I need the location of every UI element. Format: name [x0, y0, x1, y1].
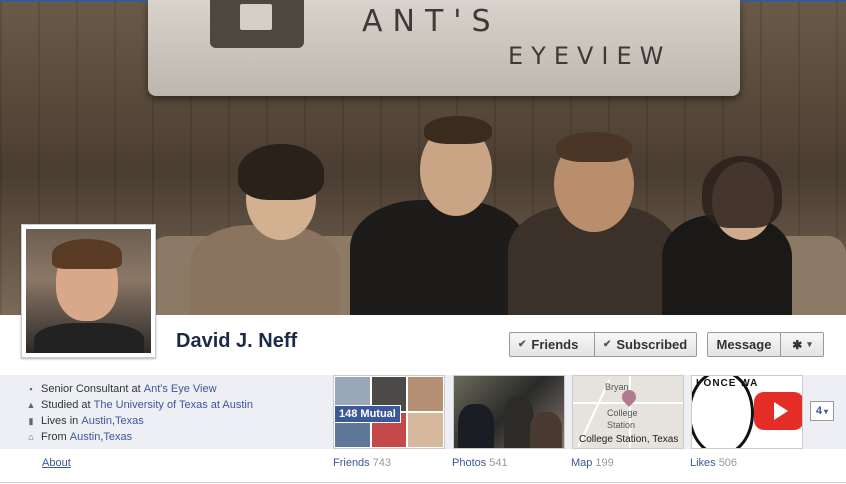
check-icon: ✔	[518, 339, 527, 350]
more-tiles-button[interactable]: 4 ▾	[810, 401, 834, 421]
lives-state-link[interactable]: Texas	[115, 415, 144, 427]
check-icon: ✔	[603, 339, 612, 350]
person-1-body	[190, 225, 340, 315]
likes-tile[interactable]: I ONCE WA	[691, 375, 803, 449]
subscribed-button-label: Subscribed	[616, 337, 688, 352]
friends-label: Friends	[333, 457, 370, 469]
map-count: 199	[595, 457, 614, 469]
subscribed-button[interactable]: ✔ Subscribed	[594, 332, 697, 357]
friends-count: 743	[372, 457, 392, 469]
work-link[interactable]: Ant's Eye View	[144, 383, 217, 395]
work-row: ▪ Senior Consultant at Ant's Eye View	[26, 381, 253, 397]
likes-badge-text: I ONCE WA	[696, 378, 759, 389]
map-label-station: Station	[607, 420, 636, 430]
chevron-down-icon: ▾	[824, 406, 829, 416]
sign-text-2: EYEVIEW	[508, 42, 672, 70]
map-thumbnail: Bryan College Station College Station, T…	[573, 376, 683, 448]
friends-button-label: Friends	[531, 337, 579, 352]
likes-label: Likes	[690, 457, 716, 469]
house-icon: ⌂	[28, 432, 34, 442]
likes-tile-label[interactable]: Likes 506	[690, 457, 737, 469]
profile-name[interactable]: David J. Neff	[176, 330, 297, 353]
photos-thumbnail	[454, 376, 564, 448]
more-tiles-count: 4	[815, 405, 823, 417]
mutual-friends-badge: 148 Mutual	[334, 405, 401, 423]
sign-text-1: ANT'S	[362, 4, 501, 39]
about-link[interactable]: About	[42, 457, 71, 469]
message-button-label: Message	[716, 337, 772, 352]
lives-city-link[interactable]: Austin	[81, 415, 112, 427]
gear-icon: ✱	[792, 337, 803, 352]
profile-picture[interactable]	[21, 224, 156, 358]
person-2-body	[350, 200, 528, 315]
friends-button[interactable]: ✔ Friends	[509, 332, 595, 357]
message-button[interactable]: Message	[707, 332, 781, 357]
photos-label: Photos	[452, 457, 487, 469]
lives-row: ▮ Lives in Austin, Texas	[26, 413, 253, 429]
profile-info: ▪ Senior Consultant at Ant's Eye View ▲ …	[26, 381, 253, 445]
company-sign: ANT'S EYEVIEW	[148, 0, 740, 96]
bottom-divider	[0, 482, 846, 483]
youtube-play-icon	[754, 392, 802, 430]
person-1-hair	[238, 144, 324, 200]
company-logo-icon	[210, 0, 304, 48]
map-caption: College Station, Texas	[579, 434, 679, 445]
photos-count: 541	[489, 457, 508, 469]
photos-tile-label[interactable]: Photos 541	[452, 457, 508, 469]
friends-tile[interactable]: 148 Mutual	[333, 375, 445, 449]
map-tile-label[interactable]: Map 199	[571, 457, 614, 469]
person-4-hair	[702, 156, 782, 228]
from-state-link[interactable]: Texas	[103, 431, 132, 443]
profile-shirt	[34, 323, 144, 353]
person-3-hair	[556, 132, 632, 162]
likes-count: 506	[718, 457, 738, 469]
likes-thumbnail: I ONCE WA	[692, 376, 802, 448]
from-prefix: From	[41, 431, 67, 443]
school-prefix: Studied at	[41, 399, 91, 411]
photos-tile[interactable]	[453, 375, 565, 449]
building-icon: ▮	[28, 415, 34, 426]
from-city-link[interactable]: Austin	[70, 431, 101, 443]
lives-prefix: Lives in	[41, 415, 79, 427]
map-tile[interactable]: Bryan College Station College Station, T…	[572, 375, 684, 449]
graduation-cap-icon: ▲	[26, 400, 36, 410]
work-prefix: Senior Consultant at	[41, 383, 141, 395]
map-label: Map	[571, 457, 593, 469]
profile-photo	[26, 229, 151, 353]
profile-hair	[52, 239, 122, 269]
chevron-down-icon: ▾	[807, 339, 812, 349]
school-row: ▲ Studied at The University of Texas at …	[26, 397, 253, 413]
friends-tile-label[interactable]: Friends 743	[333, 457, 391, 469]
map-label-college: College	[607, 408, 638, 418]
briefcase-icon: ▪	[29, 384, 33, 394]
settings-dropdown-button[interactable]: ✱ ▾	[780, 332, 824, 357]
school-link[interactable]: The University of Texas at Austin	[94, 399, 253, 411]
from-row: ⌂ From Austin, Texas	[26, 429, 253, 445]
person-2-hair	[424, 116, 492, 144]
